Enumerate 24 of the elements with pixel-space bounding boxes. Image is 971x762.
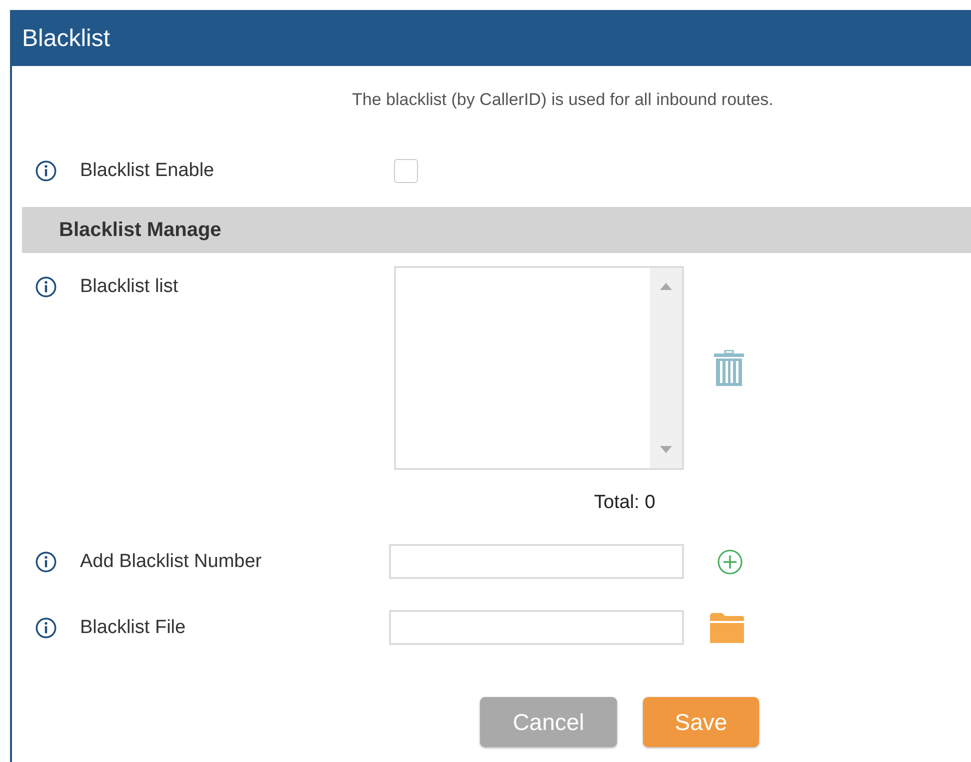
folder-icon[interactable] <box>710 612 744 642</box>
trash-icon[interactable] <box>714 350 744 386</box>
field-label: Blacklist Enable <box>79 160 216 182</box>
field-label: Blacklist File <box>79 616 187 638</box>
description-text: The blacklist (by CallerID) is used for all inbound routes. <box>351 90 774 110</box>
scrollbar[interactable] <box>650 268 682 468</box>
save-button[interactable]: Save <box>643 697 759 747</box>
info-icon[interactable] <box>35 276 57 298</box>
add-icon[interactable] <box>717 548 743 574</box>
field-label: Blacklist list <box>79 276 180 298</box>
scroll-down-icon[interactable] <box>660 446 672 454</box>
enable-checkbox[interactable] <box>394 159 418 183</box>
info-icon[interactable] <box>35 616 57 638</box>
section-title: Blacklist Manage <box>59 218 222 242</box>
cancel-button[interactable]: Cancel <box>480 697 617 747</box>
window-title: Blacklist <box>22 25 110 53</box>
info-icon[interactable] <box>35 550 57 572</box>
info-icon[interactable] <box>35 160 57 182</box>
blacklist-listbox[interactable] <box>394 266 684 470</box>
field-label: Add Blacklist Number <box>79 550 263 572</box>
number-input-field[interactable] <box>389 544 684 579</box>
file-input-field[interactable] <box>389 610 684 645</box>
scroll-up-icon[interactable] <box>660 282 672 290</box>
total-count: Total: 0 <box>594 492 656 514</box>
